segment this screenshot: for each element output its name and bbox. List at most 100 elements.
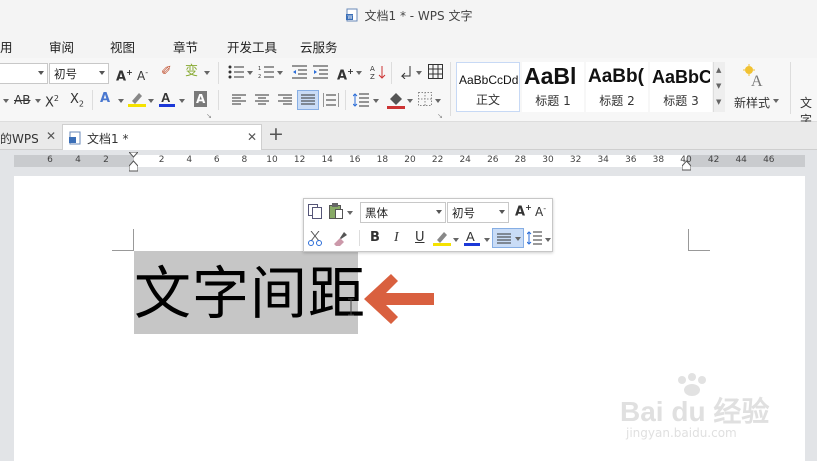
numbered-dropdown-icon[interactable] (277, 71, 283, 75)
tab-wps-home-label: 的WPS (0, 132, 39, 146)
font-effect-button[interactable]: A+ (337, 64, 354, 84)
font-color-dropdown-icon[interactable] (179, 99, 185, 103)
tab-wps-home[interactable]: 的WPS ✕ (0, 124, 60, 150)
mini-font-name-combo[interactable]: 黑体 (360, 202, 446, 223)
style-heading2[interactable]: AaBb( 标题 2 (586, 62, 648, 112)
new-tab-icon[interactable]: + (268, 123, 284, 145)
bullet-dropdown-icon[interactable] (247, 71, 253, 75)
superscript-button[interactable]: X2 (45, 91, 59, 111)
paragraph-dialog-launcher-icon[interactable]: ↘ (437, 112, 443, 120)
gallery-expand-icon[interactable]: ▼ (716, 98, 721, 106)
bullet-list-icon[interactable] (228, 65, 244, 79)
paragraph-mark-dropdown-icon[interactable] (416, 71, 422, 75)
align-center-icon[interactable] (255, 94, 269, 106)
highlight-left-dropdown-icon[interactable] (3, 99, 9, 103)
format-painter-icon[interactable] (332, 231, 347, 246)
distributed-align-icon[interactable] (323, 93, 339, 107)
scroll-up-icon[interactable]: ▲ (716, 66, 721, 74)
mini-align-dropdown-icon[interactable] (515, 237, 521, 241)
indent-marker-icon[interactable] (129, 152, 138, 172)
scroll-down-icon[interactable]: ▼ (716, 82, 721, 90)
char-shading-button[interactable]: A (194, 91, 208, 107)
divider (345, 90, 346, 110)
menu-item-section[interactable]: 章节 (173, 37, 198, 56)
decrease-indent-icon[interactable] (292, 65, 307, 79)
mini-line-spacing-dropdown-icon[interactable] (545, 238, 551, 242)
mini-highlight-icon[interactable] (433, 229, 451, 247)
increase-indent-icon[interactable] (313, 65, 328, 79)
mini-justify-icon (497, 233, 511, 244)
cut-icon[interactable] (308, 231, 322, 246)
horizontal-ruler[interactable]: 6 4 2 2 4 6 8 10 12 14 16 18 20 22 24 26 28 30 32 34 36 38 40 4… (0, 150, 817, 172)
paste-dropdown-icon[interactable] (347, 211, 353, 215)
font-name-combo[interactable] (0, 63, 48, 84)
line-spacing-icon[interactable] (353, 93, 369, 107)
align-right-icon[interactable] (278, 94, 292, 106)
menu-item-apply[interactable]: 用 (0, 37, 13, 56)
ruler-number: 2 (158, 155, 165, 165)
numbered-list-icon[interactable]: 12 (258, 65, 274, 79)
shrink-font-button[interactable]: A- (137, 65, 148, 84)
margin-corner-top-left (112, 229, 134, 251)
ruler-left-margin (14, 155, 134, 167)
copy-icon[interactable] (308, 204, 322, 219)
menu-item-view[interactable]: 视图 (110, 37, 135, 56)
borders-dropdown-icon[interactable] (435, 99, 441, 103)
menu-item-review[interactable]: 审阅 (49, 37, 74, 56)
menu-item-developer[interactable]: 开发工具 (227, 37, 277, 56)
new-style-dropdown-icon[interactable] (773, 99, 779, 103)
close-icon[interactable]: ✕ (46, 129, 56, 143)
paste-icon[interactable] (329, 203, 343, 219)
font-size-combo[interactable]: 初号 (49, 63, 109, 84)
new-style-icon[interactable]: A (742, 64, 768, 90)
mini-shrink-font-button[interactable]: A- (535, 204, 546, 219)
document-text[interactable]: 文字间距 (134, 259, 366, 329)
table-icon[interactable] (428, 64, 443, 79)
font-color-icon[interactable]: A (158, 90, 176, 108)
style-normal-label: 正文 (475, 93, 500, 107)
mini-font-color-icon[interactable]: A (463, 229, 481, 247)
grow-font-button[interactable]: A+ (116, 65, 133, 85)
highlight-dropdown-icon[interactable] (148, 99, 154, 103)
shading-icon[interactable] (387, 91, 405, 109)
font-effect-dropdown-icon[interactable] (356, 71, 362, 75)
text-effect-icon[interactable]: A (100, 91, 110, 107)
bold-button[interactable]: B (370, 230, 380, 245)
borders-icon[interactable] (418, 92, 432, 106)
close-icon[interactable]: ✕ (247, 130, 257, 144)
mini-highlight-dropdown-icon[interactable] (453, 238, 459, 242)
right-indent-marker-icon[interactable] (682, 152, 691, 172)
menu-item-cloud[interactable]: 云服务 (300, 37, 338, 56)
align-left-icon[interactable] (232, 94, 246, 106)
strikethrough-dropdown-icon[interactable] (35, 99, 41, 103)
italic-button[interactable]: I (394, 230, 399, 246)
phonetic-button[interactable]: 变 (185, 64, 198, 80)
text-effect-dropdown-icon[interactable] (118, 99, 124, 103)
paragraph-mark-icon[interactable] (400, 65, 414, 79)
strikethrough-button[interactable]: AB (14, 92, 30, 108)
mini-line-spacing-icon[interactable] (527, 231, 542, 245)
style-normal[interactable]: AaBbCcDd 正文 (456, 62, 520, 112)
clear-format-icon[interactable]: ✐ (161, 64, 172, 80)
underline-button[interactable]: U (415, 230, 425, 245)
phonetic-dropdown-icon[interactable] (204, 71, 210, 75)
styles-scroll[interactable]: ▲ ▼ ▼ (713, 62, 725, 112)
title-bar: W 文档1 * - WPS 文字 (0, 0, 817, 30)
line-spacing-dropdown-icon[interactable] (373, 99, 379, 103)
style-heading1[interactable]: AaBl 标题 1 (522, 62, 584, 112)
mini-grow-font-button[interactable]: A+ (515, 203, 532, 219)
mini-font-color-dropdown-icon[interactable] (484, 238, 490, 242)
subscript-button[interactable]: X2 (70, 92, 84, 113)
justify-button[interactable] (297, 90, 319, 110)
style-heading3[interactable]: AaBbC 标题 3 (650, 62, 712, 112)
highlight-icon[interactable] (128, 90, 146, 108)
sort-icon[interactable]: AZ (370, 64, 386, 80)
tab-document1[interactable]: 文档1 * ✕ (62, 124, 262, 150)
mini-align-button[interactable] (492, 228, 524, 248)
ruler-number: 28 (514, 155, 527, 165)
new-style-label[interactable]: 新样式 (734, 94, 770, 111)
font-dialog-launcher-icon[interactable]: ↘ (206, 112, 212, 120)
shading-dropdown-icon[interactable] (407, 99, 413, 103)
svg-text:1: 1 (258, 66, 261, 72)
mini-font-size-combo[interactable]: 初号 (447, 202, 509, 223)
